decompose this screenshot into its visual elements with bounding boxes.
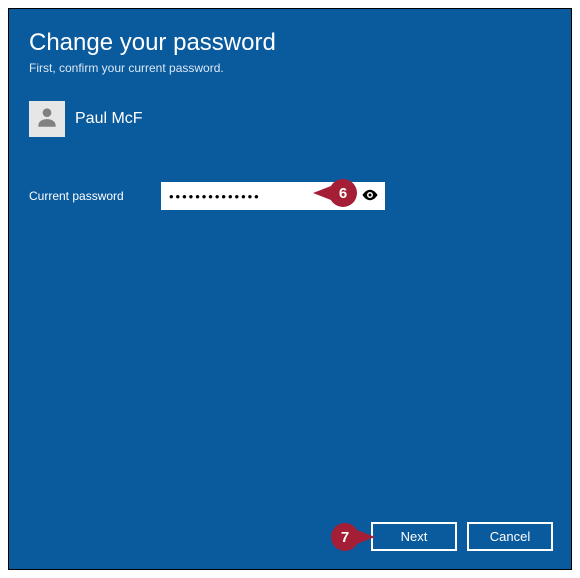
page-subtitle: First, confirm your current password. <box>9 61 571 95</box>
user-name: Paul McF <box>75 110 143 128</box>
dialog-buttons: Next Cancel <box>371 522 553 551</box>
eye-icon <box>361 186 379 207</box>
password-label: Current password <box>29 189 149 203</box>
password-field-row: Current password <box>9 157 571 210</box>
user-row: Paul McF <box>9 95 571 157</box>
page-title: Change your password <box>9 9 571 61</box>
change-password-dialog: Change your password First, confirm your… <box>8 8 572 570</box>
callout-7: 7 <box>331 523 359 551</box>
avatar <box>29 101 65 137</box>
callout-6: 6 <box>329 179 357 207</box>
next-button[interactable]: Next <box>371 522 457 551</box>
user-icon <box>34 104 60 135</box>
cancel-button[interactable]: Cancel <box>467 522 553 551</box>
password-reveal-button[interactable] <box>359 185 381 207</box>
